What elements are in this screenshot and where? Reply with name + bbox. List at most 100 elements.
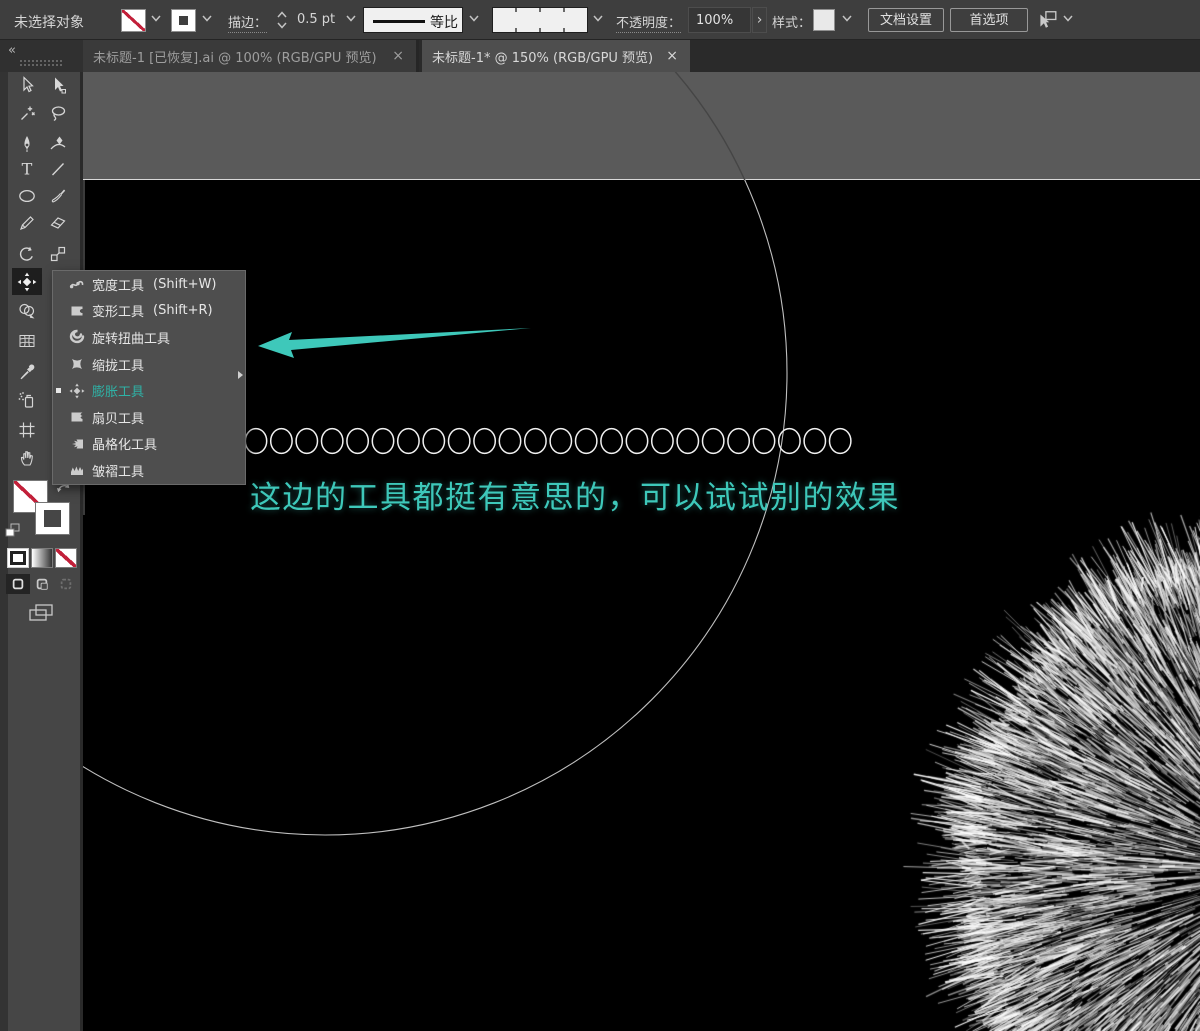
document-canvas[interactable]: 这边的工具都挺有意思的，可以试试别的效果 (83, 72, 1200, 1031)
tab-title: 未标题-1 [已恢复].ai @ 100% (RGB/GPU 预览) (93, 50, 377, 66)
stroke-weight-value[interactable]: 0.5 pt (297, 12, 335, 27)
scallop-tool-icon (64, 409, 90, 425)
rotate-tool[interactable] (14, 241, 40, 267)
menu-item-warp-tool[interactable]: 变形工具 (Shift+R) (53, 298, 245, 325)
document-tab-bar: 未标题-1 [已恢复].ai @ 100% (RGB/GPU 预览) × 未标题… (83, 40, 1200, 72)
stroke-preview-line (373, 20, 425, 23)
toolbar-grip-handle[interactable] (20, 60, 62, 66)
menu-item-scallop-tool[interactable]: 扇贝工具 (53, 404, 245, 431)
pencil-tool[interactable] (14, 210, 40, 236)
magic-wand-tool[interactable] (14, 100, 40, 126)
gradient-mode-button[interactable] (31, 548, 53, 568)
brush-chevron-icon[interactable] (593, 15, 603, 22)
artwork-overlay (83, 72, 852, 836)
menu-item-twirl-tool[interactable]: 旋转扭曲工具 (53, 324, 245, 351)
svg-text:T: T (22, 160, 33, 179)
style-swatch[interactable] (813, 9, 835, 31)
circle-row-artwork[interactable] (244, 427, 852, 455)
eyedropper-tool[interactable] (14, 359, 40, 385)
lasso-tool[interactable] (45, 100, 71, 126)
lasso-icon (51, 106, 66, 121)
stroke-proxy[interactable] (35, 502, 70, 535)
stroke-chevron-down-icon[interactable] (202, 15, 212, 22)
screen-mode-button[interactable] (28, 602, 54, 628)
mesh-icon (19, 335, 35, 347)
symbol-sprayer-icon (18, 392, 34, 408)
toolbar-header: « (0, 40, 83, 72)
type-icon: T (22, 160, 33, 179)
default-fill-stroke-icon[interactable] (5, 523, 21, 538)
eraser-icon (50, 217, 66, 229)
stroke-weight-label[interactable]: 描边： (228, 12, 268, 33)
fill-chevron-down-icon[interactable] (151, 15, 161, 22)
select-similar-chevron-icon[interactable] (1063, 15, 1073, 22)
shape-builder-tool[interactable] (14, 298, 40, 324)
menu-item-crystallize-tool[interactable]: 晶格化工具 (53, 431, 245, 458)
mesh-tool[interactable] (14, 328, 40, 354)
line-segment-tool[interactable] (45, 156, 71, 182)
eraser-tool[interactable] (45, 210, 71, 236)
shape-builder-icon (19, 303, 35, 319)
curvature-icon (50, 136, 66, 150)
screen-mode-icon (29, 604, 53, 621)
tab-close-icon[interactable]: × (664, 48, 680, 64)
none-mode-button[interactable] (55, 548, 77, 568)
width-profile-preview[interactable]: 等比 (363, 7, 463, 33)
annotation-text[interactable]: 这边的工具都挺有意思的，可以试试别的效果 (250, 472, 900, 517)
draw-normal-button[interactable] (6, 574, 30, 594)
paintbrush-tool[interactable] (45, 183, 71, 209)
eyedropper-icon (20, 364, 35, 380)
curvature-tool[interactable] (45, 131, 71, 157)
selection-tool[interactable] (14, 72, 40, 98)
select-similar-icon[interactable] (1036, 9, 1058, 31)
brush-preview-ticks (515, 8, 565, 32)
opacity-input[interactable]: 100% (688, 7, 751, 33)
hand-tool[interactable] (14, 445, 40, 471)
bloat-tool-icon (64, 383, 90, 399)
document-tab[interactable]: 未标题-1 [已恢复].ai @ 100% (RGB/GPU 预览) × (83, 40, 419, 72)
style-chevron-icon[interactable] (842, 15, 852, 22)
selection-status: 未选择对象 (14, 15, 84, 31)
menu-item-width-tool[interactable]: 宽度工具 (Shift+W) (53, 271, 245, 298)
menu-item-bloat-tool[interactable]: 膨胀工具 (53, 377, 245, 404)
ellipse-tool[interactable] (14, 183, 40, 209)
opacity-label[interactable]: 不透明度： (616, 12, 682, 33)
tab-close-icon[interactable]: × (390, 48, 406, 64)
toolbar-collapse-button[interactable]: « (8, 43, 16, 58)
document-setup-button[interactable]: 文档设置 (868, 8, 944, 32)
menu-item-wrinkle-tool[interactable]: 皱褶工具 (53, 457, 245, 484)
stroke-weight-stepper[interactable] (276, 9, 288, 31)
line-segment-icon (51, 163, 65, 176)
menu-item-pucker-tool[interactable]: 缩拢工具 (53, 351, 245, 378)
symbol-sprayer-tool[interactable] (14, 387, 40, 413)
fill-swatch-none[interactable] (121, 9, 146, 32)
ellipse-icon (19, 189, 35, 203)
flyout-tearoff-arrow-icon[interactable] (238, 371, 243, 379)
scale-tool[interactable] (45, 241, 71, 267)
direct-selection-tool[interactable] (45, 72, 71, 98)
artboard-tool[interactable] (14, 417, 40, 443)
twirl-tool-icon (64, 329, 90, 345)
opacity-more-button[interactable]: › (752, 7, 767, 33)
draw-behind-button[interactable] (30, 574, 54, 594)
draw-normal-icon (12, 578, 24, 590)
warp-tool-icon (64, 303, 90, 319)
stroke-weight-chevron-icon[interactable] (346, 15, 356, 22)
draw-inside-button[interactable] (54, 574, 78, 594)
magic-wand-icon (21, 106, 35, 120)
document-tab-active[interactable]: 未标题-1* @ 150% (RGB/GPU 预览) × (422, 40, 690, 72)
bloat-tool-selected[interactable] (12, 268, 42, 295)
annotation-arrow[interactable] (258, 328, 531, 358)
type-tool[interactable]: T (14, 156, 40, 182)
stroke-swatch[interactable] (171, 9, 196, 32)
scale-icon (50, 246, 66, 262)
pen-tool[interactable] (14, 131, 40, 157)
color-mode-button[interactable] (7, 548, 29, 568)
tab-title: 未标题-1* @ 150% (RGB/GPU 预览) (432, 50, 654, 66)
direct-selection-arrow-icon (55, 77, 66, 94)
brush-definition-preview[interactable] (492, 7, 588, 33)
menu-bullet-selected (53, 388, 64, 394)
profile-chevron-icon[interactable] (469, 15, 479, 22)
preferences-button[interactable]: 首选项 (950, 8, 1028, 32)
stroke-proxy-hole (44, 510, 61, 527)
